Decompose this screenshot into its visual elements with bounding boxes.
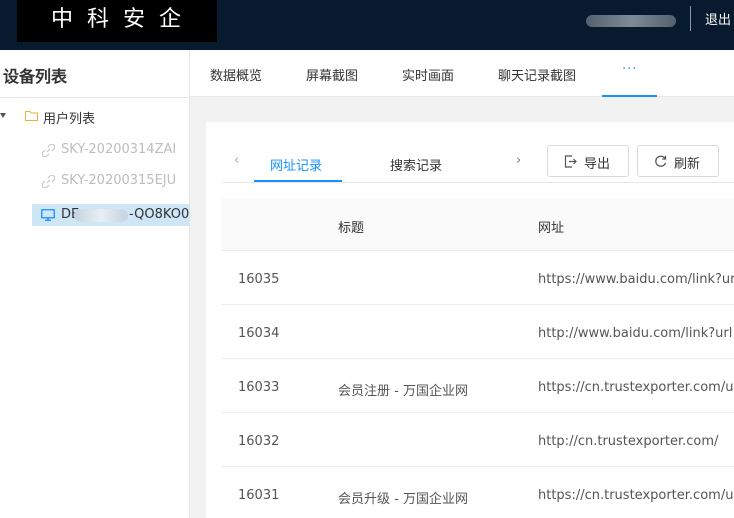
caret-down-icon[interactable] (0, 113, 6, 118)
tab-active-indicator (602, 95, 657, 97)
cell-title: 会员注册 - 万国企业网 (338, 384, 468, 399)
tab-live-view[interactable]: 实时画面 (402, 65, 454, 84)
device-item-active[interactable]: DE -QO8KO0 (32, 204, 190, 226)
monitor-icon (41, 209, 55, 221)
export-label: 导出 (584, 157, 611, 172)
device-label-suffix: -QO8KO0 (129, 207, 190, 222)
tab-data-overview[interactable]: 数据概览 (210, 65, 262, 84)
tab-chat-screenshots[interactable]: 聊天记录截图 (498, 65, 576, 84)
table-row[interactable]: 16033 会员注册 - 万国企业网 https://cn.trustexpor… (222, 359, 734, 413)
refresh-label: 刷新 (674, 157, 701, 172)
cell-id: 16031 (238, 488, 280, 503)
table-row[interactable]: 16035 https://www.baidu.com/link?url (222, 251, 734, 305)
sidebar-title: 设备列表 (3, 67, 68, 86)
cell-id: 16035 (238, 272, 280, 287)
cell-id: 16032 (238, 434, 280, 449)
subtab-url-records[interactable]: 网址记录 (270, 155, 322, 174)
main-content: 数据概览 屏幕截图 实时画面 聊天记录截图 ··· ‹ 网址记录 搜索记录 › … (190, 50, 734, 518)
subtab-search-records[interactable]: 搜索记录 (390, 155, 442, 174)
column-header-title: 标题 (338, 221, 365, 236)
export-button[interactable]: 导出 (547, 145, 629, 177)
disconnected-link-icon (42, 175, 55, 188)
table-row[interactable]: 16034 http://www.baidu.com/link?url (222, 305, 734, 359)
disconnected-link-icon (42, 144, 55, 157)
cell-url: http://www.baidu.com/link?url (538, 326, 733, 341)
prev-tab-arrow-icon[interactable]: ‹ (234, 153, 239, 168)
device-sidebar: 设备列表 用户列表 SKY-20200314ZAI SKY-20200315EJ… (0, 50, 190, 518)
user-name-redacted (586, 15, 676, 27)
app-logo: 中科安企 (17, 0, 217, 42)
tab-screenshots[interactable]: 屏幕截图 (306, 65, 358, 84)
cell-url: http://cn.trustexporter.com/ (538, 434, 719, 449)
refresh-button[interactable]: 刷新 (637, 145, 719, 177)
tree-root-user-list[interactable]: 用户列表 (43, 108, 95, 127)
divider (0, 97, 190, 98)
device-label: SKY-20200315EJU (61, 173, 177, 188)
cell-url: https://cn.trustexporter.com/u (538, 380, 734, 395)
tab-bar: 数据概览 屏幕截图 实时画面 聊天记录截图 ··· (190, 50, 734, 97)
cell-id: 16034 (238, 326, 280, 341)
folder-icon (25, 111, 38, 121)
cell-title: 会员升级 - 万国企业网 (338, 492, 468, 507)
device-name-redacted (74, 209, 128, 222)
records-panel: ‹ 网址记录 搜索记录 › 导出 刷新 标题 网址 16035 https://… (206, 122, 734, 518)
device-label: SKY-20200314ZAI (61, 142, 177, 157)
next-tab-arrow-icon[interactable]: › (516, 153, 521, 168)
logout-link[interactable]: 退出 (705, 9, 731, 28)
cell-url: https://www.baidu.com/link?url (538, 272, 734, 287)
table-row[interactable]: 16032 http://cn.trustexporter.com/ (222, 413, 734, 467)
table-header: 标题 网址 (222, 198, 734, 251)
divider (690, 6, 691, 31)
top-bar: 中科安企 退出 (0, 0, 734, 50)
divider (222, 182, 734, 183)
export-icon (564, 155, 577, 168)
tab-more[interactable]: ··· (622, 62, 637, 77)
refresh-icon (655, 155, 667, 167)
cell-id: 16033 (238, 380, 280, 395)
table-row[interactable]: 16031 会员升级 - 万国企业网 https://cn.trustexpor… (222, 467, 734, 518)
cell-url: https://cn.trustexporter.com/u (538, 488, 734, 503)
column-header-url: 网址 (538, 221, 565, 236)
